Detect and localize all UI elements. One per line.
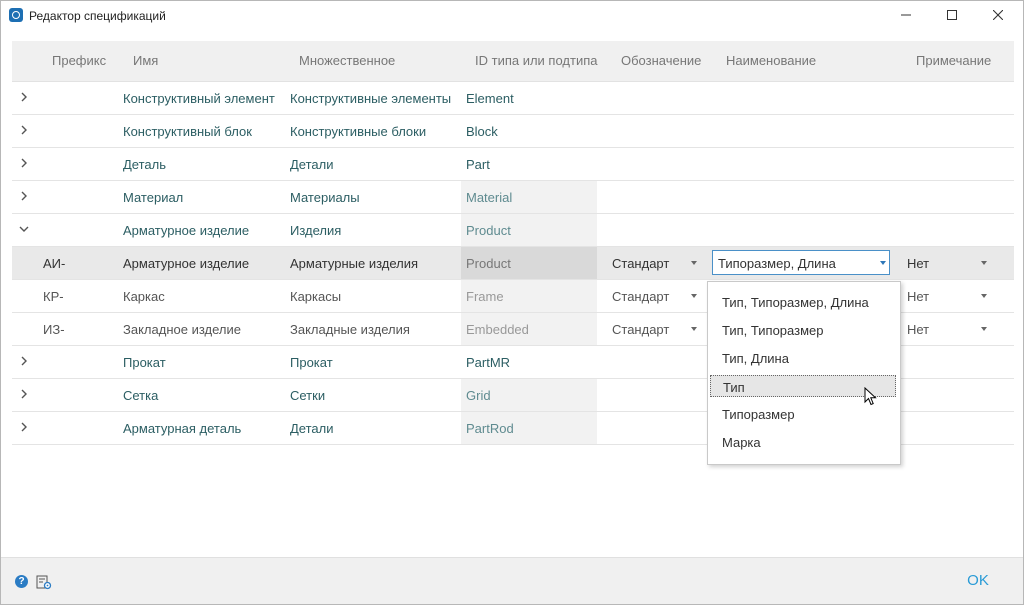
row-plural[interactable]: Сетки: [290, 388, 325, 403]
row-name[interactable]: Конструктивный блок: [123, 124, 252, 139]
chevron-right-icon[interactable]: [18, 124, 30, 136]
row-name[interactable]: Прокат: [123, 355, 166, 370]
row-type-id[interactable]: Element: [466, 91, 514, 106]
designation-combo[interactable]: Стандарт: [612, 289, 669, 304]
chevron-down-icon[interactable]: [981, 294, 987, 298]
table-row[interactable]: Материал Материалы Material: [12, 181, 1014, 214]
note-combo[interactable]: Нет: [907, 322, 929, 337]
mouse-cursor-icon: [864, 387, 877, 406]
designation-combo[interactable]: Стандарт: [612, 322, 669, 337]
dropdown-option[interactable]: Тип, Длина: [710, 347, 896, 369]
row-name[interactable]: Сетка: [123, 388, 158, 403]
row-name[interactable]: Материал: [123, 190, 183, 205]
app-logo-icon: [9, 8, 23, 22]
row-type-id: Grid: [466, 388, 491, 403]
close-icon: [993, 10, 1003, 20]
chevron-right-icon[interactable]: [18, 190, 30, 202]
chevron-right-icon[interactable]: [18, 91, 30, 103]
row-type-id[interactable]: PartMR: [466, 355, 510, 370]
close-button[interactable]: [975, 1, 1021, 29]
column-header-prefix[interactable]: Префикс: [52, 53, 106, 68]
table-row[interactable]: Арматурное изделие Изделия Product: [12, 214, 1014, 247]
row-plural[interactable]: Арматурные изделия: [290, 256, 418, 271]
row-name[interactable]: Арматурная деталь: [123, 421, 241, 436]
dropdown-option-label: Типоразмер: [722, 407, 795, 422]
table-row[interactable]: Деталь Детали Part: [12, 148, 1014, 181]
chevron-right-icon[interactable]: [18, 421, 30, 433]
maximize-icon: [947, 10, 957, 20]
row-plural[interactable]: Детали: [290, 421, 334, 436]
column-header-plural[interactable]: Множественное: [299, 53, 395, 68]
row-prefix[interactable]: ИЗ-: [43, 322, 65, 337]
dropdown-option[interactable]: Тип, Типоразмер: [710, 319, 896, 341]
naming-combo-value: Типоразмер, Длина: [718, 256, 836, 271]
table-row[interactable]: Конструктивный элемент Конструктивные эл…: [12, 82, 1014, 115]
designation-combo[interactable]: Стандарт: [612, 256, 669, 271]
help-icon[interactable]: ?: [15, 575, 28, 588]
chevron-down-icon[interactable]: [691, 261, 697, 265]
footer-bar: ? OK: [1, 557, 1023, 604]
row-plural[interactable]: Каркасы: [290, 289, 341, 304]
row-type-id: Product: [466, 223, 511, 238]
chevron-down-icon[interactable]: [691, 294, 697, 298]
note-combo[interactable]: Нет: [907, 256, 929, 271]
dropdown-option-label: Тип, Типоразмер, Длина: [722, 295, 869, 310]
column-header-note[interactable]: Примечание: [916, 53, 991, 68]
minimize-button[interactable]: [883, 1, 929, 29]
spec-editor-window: Редактор спецификаций Префикс Имя Множес…: [0, 0, 1024, 605]
row-plural[interactable]: Изделия: [290, 223, 341, 238]
row-name[interactable]: Конструктивный элемент: [123, 91, 275, 106]
dropdown-option-label: Тип, Длина: [722, 351, 789, 366]
row-name[interactable]: Деталь: [123, 157, 166, 172]
row-name[interactable]: Каркас: [123, 289, 165, 304]
row-type-id: Material: [466, 190, 513, 205]
chevron-down-icon[interactable]: [981, 327, 987, 331]
column-header-designation[interactable]: Обозначение: [621, 53, 701, 68]
row-plural[interactable]: Конструктивные блоки: [290, 124, 426, 139]
row-plural[interactable]: Закладные изделия: [290, 322, 410, 337]
row-type-id: PartRod: [466, 421, 514, 436]
chevron-down-icon[interactable]: [691, 327, 697, 331]
column-header-type-id[interactable]: ID типа или подтипа: [475, 53, 597, 68]
table-row[interactable]: Конструктивный блок Конструктивные блоки…: [12, 115, 1014, 148]
table-row-selected[interactable]: АИ- Арматурное изделие Арматурные издели…: [12, 247, 1014, 280]
chevron-down-icon[interactable]: [880, 261, 886, 265]
dropdown-option[interactable]: Тип, Типоразмер, Длина: [710, 291, 896, 313]
dropdown-option[interactable]: Марка: [710, 431, 896, 453]
row-plural[interactable]: Прокат: [290, 355, 333, 370]
row-prefix[interactable]: КР-: [43, 289, 64, 304]
naming-dropdown-list: Тип, Типоразмер, Длина Тип, Типоразмер Т…: [707, 281, 901, 465]
row-plural[interactable]: Детали: [290, 157, 334, 172]
row-type-id[interactable]: Part: [466, 157, 490, 172]
row-name[interactable]: Арматурное изделие: [123, 256, 249, 271]
chevron-right-icon[interactable]: [18, 388, 30, 400]
chevron-down-icon[interactable]: [18, 223, 30, 235]
naming-combo[interactable]: Типоразмер, Длина: [712, 250, 890, 275]
column-header-name[interactable]: Имя: [133, 53, 158, 68]
chevron-down-icon[interactable]: [981, 261, 987, 265]
row-plural[interactable]: Конструктивные элементы: [290, 91, 451, 106]
row-type-id: Product: [466, 256, 511, 271]
minimize-icon: [901, 14, 911, 16]
row-name[interactable]: Арматурное изделие: [123, 223, 249, 238]
row-type-id: Embedded: [466, 322, 529, 337]
row-prefix[interactable]: АИ-: [43, 256, 65, 271]
maximize-button[interactable]: [929, 1, 975, 29]
column-header-naming[interactable]: Наименование: [726, 53, 816, 68]
chevron-right-icon[interactable]: [18, 157, 30, 169]
table-header: Префикс Имя Множественное ID типа или по…: [12, 41, 1014, 82]
dropdown-option-label: Тип: [723, 380, 745, 395]
row-type-id: Frame: [466, 289, 504, 304]
row-type-id[interactable]: Block: [466, 124, 498, 139]
dropdown-option-label: Марка: [722, 435, 761, 450]
row-name[interactable]: Закладное изделие: [123, 322, 241, 337]
chevron-right-icon[interactable]: [18, 355, 30, 367]
title-bar: Редактор спецификаций: [1, 1, 1023, 29]
window-title: Редактор спецификаций: [29, 9, 166, 23]
note-combo[interactable]: Нет: [907, 289, 929, 304]
settings-icon[interactable]: [36, 574, 52, 590]
row-plural[interactable]: Материалы: [290, 190, 360, 205]
ok-button[interactable]: OK: [953, 572, 1003, 592]
dropdown-option-label: Тип, Типоразмер: [722, 323, 824, 338]
